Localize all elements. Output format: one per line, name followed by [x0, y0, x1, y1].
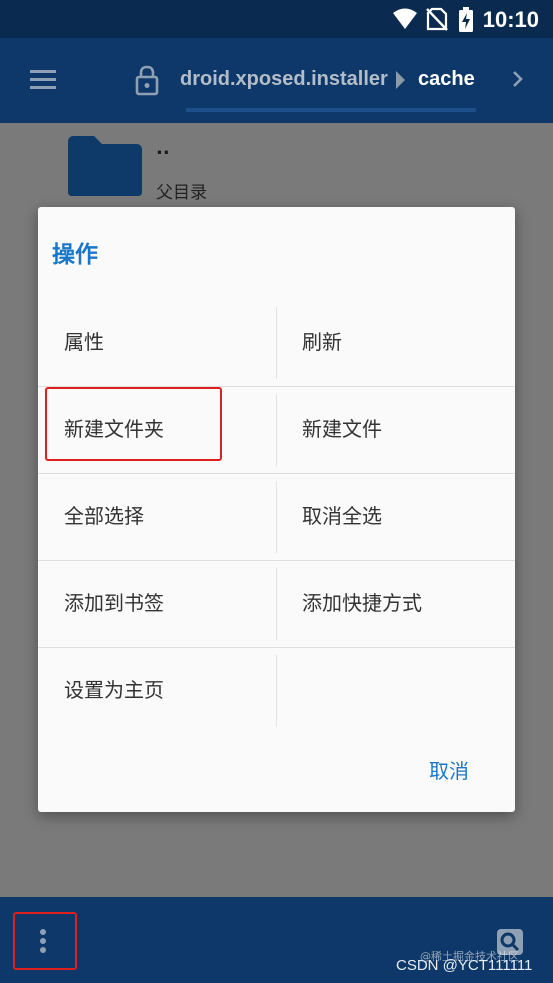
actions-dialog: 操作 属性 刷新 新建文件夹 新建文件 全部选择 取消全选 添加到书签 添加快捷… — [38, 207, 515, 812]
divider — [276, 568, 277, 640]
battery-charging-icon — [458, 7, 474, 37]
chevron-right-icon[interactable] — [510, 66, 526, 92]
action-set-as-home[interactable]: 设置为主页 — [38, 647, 276, 734]
wifi-icon — [392, 7, 418, 35]
folder-icon[interactable] — [66, 134, 144, 198]
file-list-item-description: 父目录 — [156, 183, 207, 203]
file-list-item-name[interactable]: .. — [156, 138, 170, 159]
hamburger-menu-icon[interactable] — [28, 68, 58, 92]
breadcrumb-parent[interactable]: droid.xposed.installer — [180, 68, 388, 91]
action-refresh[interactable]: 刷新 — [276, 299, 514, 386]
action-add-shortcut[interactable]: 添加快捷方式 — [276, 560, 514, 647]
watermark-csdn: CSDN @YCT111111 — [396, 957, 533, 974]
action-empty — [276, 647, 514, 734]
action-add-bookmark[interactable]: 添加到书签 — [38, 560, 276, 647]
lock-icon — [134, 64, 160, 96]
dialog-title: 操作 — [52, 242, 98, 268]
breadcrumb-separator-icon — [396, 71, 405, 89]
status-bar: 10:10 — [0, 0, 553, 38]
screen: 10:10 droid.xposed.installer cache .. 父目… — [0, 0, 553, 983]
highlight-more-button — [13, 912, 77, 970]
divider — [276, 655, 277, 727]
breadcrumb-current[interactable]: cache — [418, 68, 475, 91]
action-new-file[interactable]: 新建文件 — [276, 386, 514, 473]
action-deselect-all[interactable]: 取消全选 — [276, 473, 514, 560]
divider — [276, 394, 277, 466]
cancel-button[interactable]: 取消 — [429, 755, 469, 784]
clock-time: 10:10 — [482, 7, 539, 32]
highlight-new-folder — [45, 387, 222, 461]
breadcrumb-scroll-indicator — [186, 108, 476, 112]
app-bar: droid.xposed.installer cache — [0, 38, 553, 123]
divider — [276, 307, 277, 379]
no-sim-icon — [426, 7, 448, 35]
action-properties[interactable]: 属性 — [38, 299, 276, 386]
divider — [276, 481, 277, 553]
action-select-all[interactable]: 全部选择 — [38, 473, 276, 560]
